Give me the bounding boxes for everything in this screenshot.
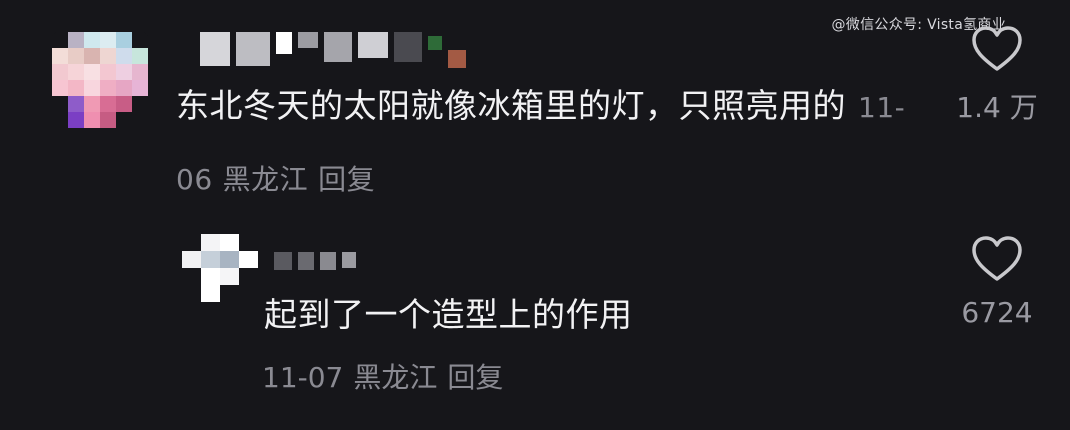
avatar-mosaic-cell: [116, 112, 132, 128]
avatar-mosaic-cell: [84, 96, 100, 112]
username-mosaic-block: [298, 32, 318, 48]
reply-date: 11-07: [262, 361, 344, 394]
username-mosaic-block: [274, 252, 292, 270]
avatar-mosaic-cell: [100, 80, 116, 96]
avatar-mosaic-cell: [68, 48, 84, 64]
avatar-mosaic-cell: [116, 48, 132, 64]
avatar-mosaic-cell: [220, 251, 239, 268]
avatar-mosaic-cell: [220, 285, 239, 302]
avatar-mosaic-cell: [68, 80, 84, 96]
avatar-mosaic-cell: [116, 80, 132, 96]
avatar-mosaic-cell: [116, 64, 132, 80]
username-mosaic-block: [320, 252, 336, 270]
avatar-mosaic-cell: [100, 48, 116, 64]
avatar-mosaic-cell: [132, 80, 148, 96]
username-mosaic-block: [298, 252, 314, 270]
avatar-mosaic-cell: [68, 32, 84, 48]
comment-body: 东北冬天的太阳就像冰箱里的灯，只照亮用的 11-06 黑龙江 回复: [176, 71, 936, 215]
reply-meta: 11-07 黑龙江 回复: [262, 356, 513, 396]
reply-like-control[interactable]: 6724: [952, 234, 1042, 329]
avatar-mosaic-cell: [132, 96, 148, 112]
username-pixelated[interactable]: [200, 32, 466, 68]
avatar-mosaic-cell: [220, 234, 239, 251]
reply-reply-button[interactable]: 回复: [447, 361, 503, 394]
avatar-mosaic-cell: [239, 234, 258, 251]
avatar-mosaic-cell: [68, 64, 84, 80]
avatar-mosaic-cell: [201, 285, 220, 302]
username-mosaic-block: [236, 32, 270, 66]
avatar-mosaic-cell: [201, 251, 220, 268]
avatar-mosaic-cell: [182, 268, 201, 285]
comment-text: 东北冬天的太阳就像冰箱里的灯，只照亮用的: [176, 86, 846, 125]
avatar-mosaic-cell: [220, 268, 239, 285]
avatar-mosaic-cell: [116, 32, 132, 48]
comment-thread: @微信公众号: Vista氢商业 东北冬天的太阳就像冰箱里的灯，只照亮用的 11-…: [0, 0, 1070, 430]
avatar-mosaic-cell: [182, 234, 201, 251]
avatar-mosaic-cell: [182, 285, 201, 302]
reply-like-count: 6724: [961, 296, 1033, 329]
avatar-mosaic-cell: [84, 32, 100, 48]
avatar-mosaic-cell: [52, 96, 68, 112]
avatar-mosaic-cell: [68, 112, 84, 128]
avatar-mosaic-cell: [52, 112, 68, 128]
reply-username-pixelated[interactable]: [274, 252, 356, 270]
reply-button[interactable]: 回复: [318, 163, 375, 196]
like-count: 1.4 万: [956, 91, 1038, 124]
avatar[interactable]: [52, 32, 148, 128]
reply-avatar[interactable]: [182, 234, 258, 302]
avatar-mosaic-cell: [116, 96, 132, 112]
avatar-mosaic-cell: [52, 48, 68, 64]
avatar-mosaic-cell: [100, 32, 116, 48]
avatar-mosaic-cell: [132, 112, 148, 128]
reply-location: 黑龙江: [353, 361, 438, 394]
heart-outline-icon[interactable]: [970, 24, 1024, 74]
username-mosaic-block: [200, 32, 230, 66]
avatar-mosaic-cell: [68, 96, 84, 112]
reply-text: 起到了一个造型上的作用: [264, 295, 633, 334]
avatar-mosaic-cell: [100, 64, 116, 80]
avatar-mosaic-cell: [182, 251, 201, 268]
username-mosaic-block: [342, 252, 356, 268]
avatar-mosaic-cell: [84, 112, 100, 128]
avatar-mosaic-cell: [132, 32, 148, 48]
username-mosaic-block: [276, 32, 292, 54]
username-mosaic-block: [428, 36, 442, 50]
username-mosaic-block: [394, 32, 422, 62]
heart-outline-icon[interactable]: [970, 234, 1024, 284]
avatar-mosaic-cell: [239, 285, 258, 302]
avatar-mosaic-cell: [84, 80, 100, 96]
avatar-mosaic-cell: [201, 268, 220, 285]
avatar-mosaic-cell: [84, 64, 100, 80]
avatar-mosaic-cell: [100, 112, 116, 128]
avatar-mosaic-cell: [201, 234, 220, 251]
avatar-mosaic-cell: [84, 48, 100, 64]
avatar-mosaic-cell: [52, 80, 68, 96]
username-mosaic-block: [324, 32, 352, 62]
avatar-mosaic-cell: [52, 32, 68, 48]
avatar-mosaic-cell: [239, 251, 258, 268]
avatar-mosaic-cell: [100, 96, 116, 112]
avatar-mosaic-cell: [132, 48, 148, 64]
username-mosaic-block: [358, 32, 388, 58]
avatar-mosaic-cell: [132, 64, 148, 80]
username-mosaic-block: [448, 50, 466, 68]
avatar-mosaic-cell: [52, 64, 68, 80]
comment-location: 黑龙江: [222, 163, 309, 196]
like-control[interactable]: 1.4 万: [952, 24, 1042, 126]
avatar-mosaic-cell: [239, 268, 258, 285]
